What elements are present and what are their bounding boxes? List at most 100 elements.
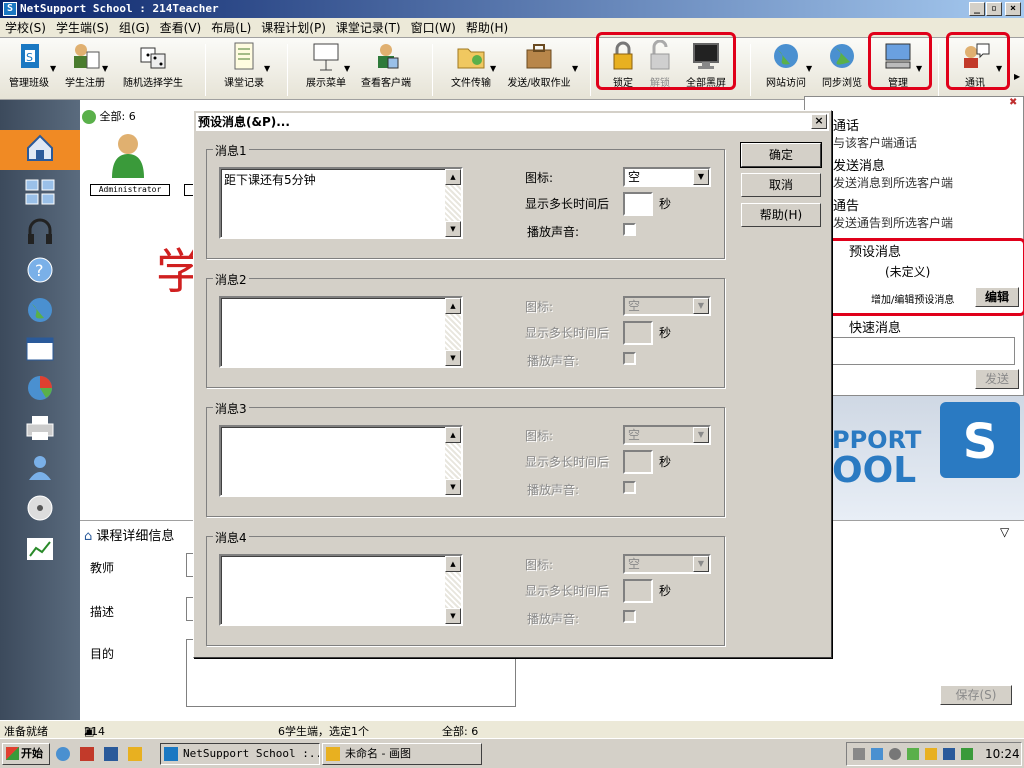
task-netsupport[interactable]: NetSupport School :... bbox=[160, 743, 320, 765]
cd-icon[interactable] bbox=[24, 492, 56, 524]
dialog-close-button[interactable]: × bbox=[811, 114, 827, 129]
menu-view[interactable]: 查看(V) bbox=[155, 18, 207, 38]
volume-icon[interactable] bbox=[889, 748, 901, 760]
call-item[interactable]: 通话 与该客户端通话 bbox=[833, 115, 1013, 151]
message-2-text[interactable]: ▲ ▼ bbox=[219, 296, 463, 368]
toolbar-web-access[interactable]: 网站访问 bbox=[762, 38, 810, 89]
network-icon[interactable] bbox=[871, 748, 883, 760]
close-button[interactable]: × bbox=[1005, 2, 1021, 16]
scroll-up-icon[interactable]: ▲ bbox=[445, 427, 461, 443]
collapse-icon[interactable]: ▽ bbox=[1000, 525, 1009, 539]
pin-icon[interactable]: ✖ bbox=[1009, 97, 1017, 108]
window-icon[interactable] bbox=[24, 334, 56, 366]
scroll-down-icon[interactable]: ▼ bbox=[445, 608, 461, 624]
cancel-button[interactable]: 取消 bbox=[741, 173, 821, 197]
menu-layout[interactable]: 布局(L) bbox=[206, 18, 256, 38]
scroll-up-icon[interactable]: ▲ bbox=[445, 556, 461, 572]
printer-icon[interactable] bbox=[24, 412, 56, 444]
send-message-item[interactable]: 发送消息 发送消息到所选客户端 bbox=[833, 155, 1013, 191]
message-1-text[interactable]: 距下课还有5分钟 ▲ ▼ bbox=[219, 167, 463, 239]
globe-icon[interactable] bbox=[24, 294, 56, 326]
toolbar-send-collect-work[interactable]: 发送/收取作业 bbox=[502, 38, 576, 89]
toolbar-more-icon[interactable]: ▶ bbox=[1014, 72, 1020, 81]
task-paint[interactable]: 未命名 - 画图 bbox=[322, 743, 482, 765]
keyboard-icon[interactable] bbox=[853, 748, 865, 760]
scrollbar[interactable]: ▲ ▼ bbox=[445, 427, 461, 495]
tray-icon[interactable] bbox=[961, 748, 973, 760]
chevron-down-icon[interactable]: ▼ bbox=[693, 169, 709, 185]
message-4-sound-checkbox[interactable] bbox=[623, 610, 636, 623]
quicklaunch-icon[interactable] bbox=[104, 747, 118, 761]
menu-group[interactable]: 组(G) bbox=[114, 18, 155, 38]
help-button[interactable]: 帮助(H) bbox=[741, 203, 821, 227]
thumbnail-view-icon[interactable] bbox=[24, 176, 56, 208]
student-avatar[interactable] bbox=[108, 132, 148, 178]
home-icon[interactable] bbox=[24, 132, 56, 164]
message-4-text[interactable]: ▲ ▼ bbox=[219, 554, 463, 626]
chevron-down-icon[interactable]: ▼ bbox=[344, 64, 350, 73]
message-3-icon-select[interactable]: 空 ▼ bbox=[623, 425, 711, 445]
tray-icon[interactable] bbox=[943, 748, 955, 760]
message-4-delay-input[interactable] bbox=[623, 579, 653, 603]
headphones-icon[interactable] bbox=[24, 216, 56, 248]
message-3-text[interactable]: ▲ ▼ bbox=[219, 425, 463, 497]
chevron-down-icon[interactable]: ▼ bbox=[264, 64, 270, 73]
tray-icon[interactable] bbox=[907, 748, 919, 760]
start-button[interactable]: 开始 bbox=[2, 743, 50, 765]
menu-students[interactable]: 学生端(S) bbox=[51, 18, 114, 38]
scroll-down-icon[interactable]: ▼ bbox=[445, 479, 461, 495]
line-chart-icon[interactable] bbox=[24, 534, 56, 566]
message-2-delay-input[interactable] bbox=[623, 321, 653, 345]
message-4-icon-select[interactable]: 空 ▼ bbox=[623, 554, 711, 574]
chevron-down-icon[interactable]: ▼ bbox=[693, 556, 709, 572]
message-2-sound-checkbox[interactable] bbox=[623, 352, 636, 365]
quicklaunch-icon[interactable] bbox=[80, 747, 94, 761]
menu-school[interactable]: 学校(S) bbox=[0, 18, 51, 38]
pie-chart-icon[interactable] bbox=[24, 372, 56, 404]
title-bar: S NetSupport School : 214Teacher _ ▫ × bbox=[0, 0, 1024, 18]
chevron-down-icon[interactable]: ▼ bbox=[693, 298, 709, 314]
message-1-icon-select[interactable]: 空 ▼ bbox=[623, 167, 711, 187]
student-name[interactable]: Administrator bbox=[90, 184, 170, 196]
maximize-button[interactable]: ▫ bbox=[986, 2, 1002, 16]
quick-message-input[interactable] bbox=[825, 337, 1015, 365]
chevron-down-icon[interactable]: ▼ bbox=[806, 64, 812, 73]
toolbar-sync-browse[interactable]: 同步浏览 bbox=[817, 38, 867, 89]
quicklaunch-icon[interactable] bbox=[128, 747, 142, 761]
chevron-down-icon[interactable]: ▼ bbox=[490, 64, 496, 73]
message-1-delay-input[interactable] bbox=[623, 192, 653, 216]
scrollbar[interactable]: ▲ ▼ bbox=[445, 298, 461, 366]
toolbar-random-student[interactable]: 随机选择学生 bbox=[116, 38, 190, 89]
scroll-down-icon[interactable]: ▼ bbox=[445, 221, 461, 237]
toolbar-file-transfer[interactable]: 文件传输 bbox=[446, 38, 496, 89]
scrollbar[interactable]: ▲ ▼ bbox=[445, 169, 461, 237]
menu-help[interactable]: 帮助(H) bbox=[461, 18, 513, 38]
save-button[interactable]: 保存(S) bbox=[940, 685, 1012, 705]
menu-class-record[interactable]: 课堂记录(T) bbox=[331, 18, 406, 38]
menu-window[interactable]: 窗口(W) bbox=[406, 18, 461, 38]
message-1-sound-checkbox[interactable] bbox=[623, 223, 636, 236]
menu-lesson-plan[interactable]: 课程计划(P) bbox=[256, 18, 331, 38]
scroll-up-icon[interactable]: ▲ bbox=[445, 298, 461, 314]
chevron-down-icon[interactable]: ▼ bbox=[572, 64, 578, 73]
toolbar-view-client[interactable]: 查看客户端 bbox=[356, 38, 416, 89]
scrollbar[interactable]: ▲ ▼ bbox=[445, 556, 461, 624]
send-button[interactable]: 发送 bbox=[975, 369, 1019, 389]
scroll-up-icon[interactable]: ▲ bbox=[445, 169, 461, 185]
message-3-delay-input[interactable] bbox=[623, 450, 653, 474]
chevron-down-icon[interactable]: ▼ bbox=[693, 427, 709, 443]
tray-icon[interactable] bbox=[925, 748, 937, 760]
ok-button[interactable]: 确定 bbox=[740, 142, 822, 168]
toolbar-manage-class[interactable]: S 管理班级 bbox=[4, 38, 54, 89]
student-tab[interactable]: 全部: 6 bbox=[82, 108, 142, 126]
chevron-down-icon[interactable]: ▼ bbox=[102, 64, 108, 73]
question-icon[interactable]: ? bbox=[24, 254, 56, 286]
scroll-down-icon[interactable]: ▼ bbox=[445, 350, 461, 366]
minimize-button[interactable]: _ bbox=[969, 2, 985, 16]
announce-item[interactable]: 通告 发送通告到所选客户端 bbox=[833, 195, 1013, 231]
browser-icon[interactable] bbox=[56, 747, 70, 761]
chevron-down-icon[interactable]: ▼ bbox=[50, 64, 56, 73]
message-3-sound-checkbox[interactable] bbox=[623, 481, 636, 494]
user-icon[interactable] bbox=[24, 452, 56, 484]
message-2-icon-select[interactable]: 空 ▼ bbox=[623, 296, 711, 316]
